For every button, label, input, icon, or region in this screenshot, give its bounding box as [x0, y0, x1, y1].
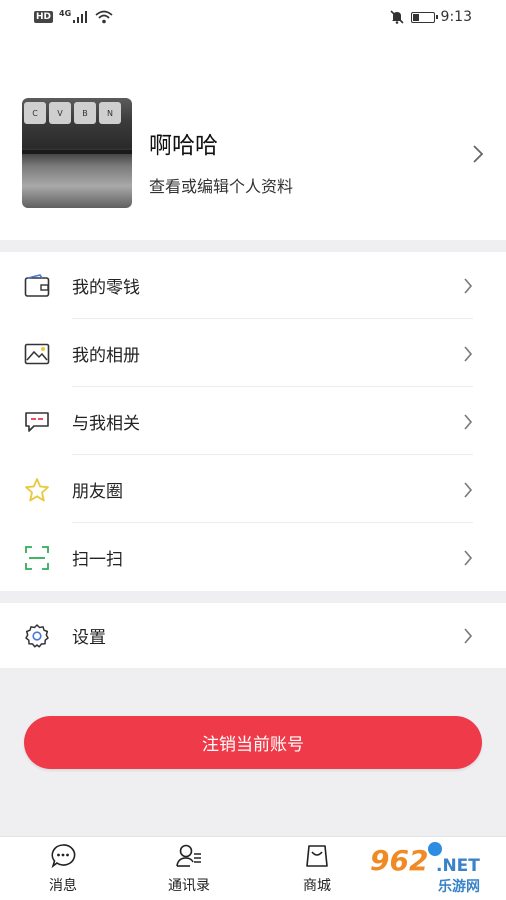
menu-item-scan[interactable]: 扫一扫 — [0, 524, 506, 591]
menu-item-label: 扫一扫 — [72, 550, 123, 570]
avatar-key: C — [24, 102, 46, 124]
watermark-net: .NET — [436, 856, 480, 876]
avatar-key: V — [49, 102, 71, 124]
watermark-dot — [428, 842, 442, 856]
chevron-right-icon — [464, 413, 473, 430]
chevron-right-icon — [464, 277, 473, 294]
chevron-right-icon — [464, 481, 473, 498]
profile-subtitle: 查看或编辑个人资料 — [149, 177, 294, 196]
divider — [72, 318, 473, 319]
tab-contacts[interactable]: 通讯录 — [144, 843, 234, 895]
chevron-right-icon — [464, 345, 473, 362]
menu-item-label: 我的相册 — [72, 346, 140, 366]
wallet-icon — [24, 273, 50, 299]
profile-text: 啊哈哈 查看或编辑个人资料 — [149, 126, 293, 197]
divider — [72, 454, 473, 455]
chevron-right-icon — [473, 145, 484, 163]
menu-item-album[interactable]: 我的相册 — [0, 320, 506, 387]
divider — [72, 386, 473, 387]
divider — [72, 522, 473, 523]
section-gap — [0, 240, 506, 252]
star-icon — [24, 477, 50, 503]
status-bar: HD 4G 9:13 — [0, 0, 506, 34]
avatar-keyboard-image: C V B N — [22, 102, 132, 130]
status-left: HD 4G — [34, 8, 113, 24]
bottom-tab-bar: 消息 通讯录 商城 962 .NET 乐游网 — [0, 836, 506, 900]
watermark-logo: 962 .NET 乐游网 — [366, 842, 506, 900]
tab-mall[interactable]: 商城 — [272, 843, 362, 895]
logout-button[interactable]: 注销当前账号 — [24, 716, 482, 769]
message-bubble-icon — [24, 409, 50, 435]
profile-name: 啊哈哈 — [149, 133, 218, 159]
chevron-right-icon — [464, 627, 473, 644]
menu-item-moments[interactable]: 朋友圈 — [0, 456, 506, 523]
tab-messages[interactable]: 消息 — [18, 843, 108, 895]
gear-icon — [24, 623, 50, 649]
photo-album-icon — [24, 341, 50, 367]
menu-item-label: 设置 — [72, 628, 106, 648]
section-gap — [0, 591, 506, 603]
menu-item-related[interactable]: 与我相关 — [0, 388, 506, 455]
wifi-icon — [95, 10, 113, 24]
profile-card[interactable]: C V B N 啊哈哈 查看或编辑个人资料 — [0, 80, 506, 240]
menu-item-label: 朋友圈 — [72, 482, 123, 502]
avatar[interactable]: C V B N — [22, 98, 132, 208]
watermark-name: 乐游网 — [438, 879, 480, 895]
tab-label: 通讯录 — [168, 878, 210, 894]
me-page: HD 4G 9:13 C V B N 啊哈哈 查看或编辑个人资料 我的零钱 我的… — [0, 0, 506, 900]
shopping-bag-icon — [306, 845, 328, 867]
menu-item-label: 我的零钱 — [72, 278, 140, 298]
watermark-number: 962 — [370, 844, 429, 877]
chevron-right-icon — [464, 549, 473, 566]
logout-button-label: 注销当前账号 — [202, 735, 304, 755]
status-right: 9:13 — [389, 9, 472, 25]
avatar-key: B — [74, 102, 96, 124]
clock: 9:13 — [440, 9, 472, 25]
avatar-key: N — [99, 102, 121, 124]
tab-label: 消息 — [49, 878, 77, 894]
menu-item-label: 与我相关 — [72, 414, 140, 434]
tab-label: 商城 — [303, 878, 331, 894]
signal-icon — [73, 11, 88, 23]
mute-bell-icon — [389, 10, 404, 24]
contacts-icon — [176, 844, 201, 867]
scan-icon — [24, 545, 50, 571]
menu-item-wallet[interactable]: 我的零钱 — [0, 252, 506, 319]
chat-bubble-icon — [51, 844, 76, 869]
network-type: 4G — [59, 8, 72, 18]
battery-icon — [410, 11, 438, 23]
avatar-decoration — [22, 150, 132, 154]
menu-item-settings[interactable]: 设置 — [0, 603, 506, 668]
hd-badge: HD — [34, 11, 54, 23]
